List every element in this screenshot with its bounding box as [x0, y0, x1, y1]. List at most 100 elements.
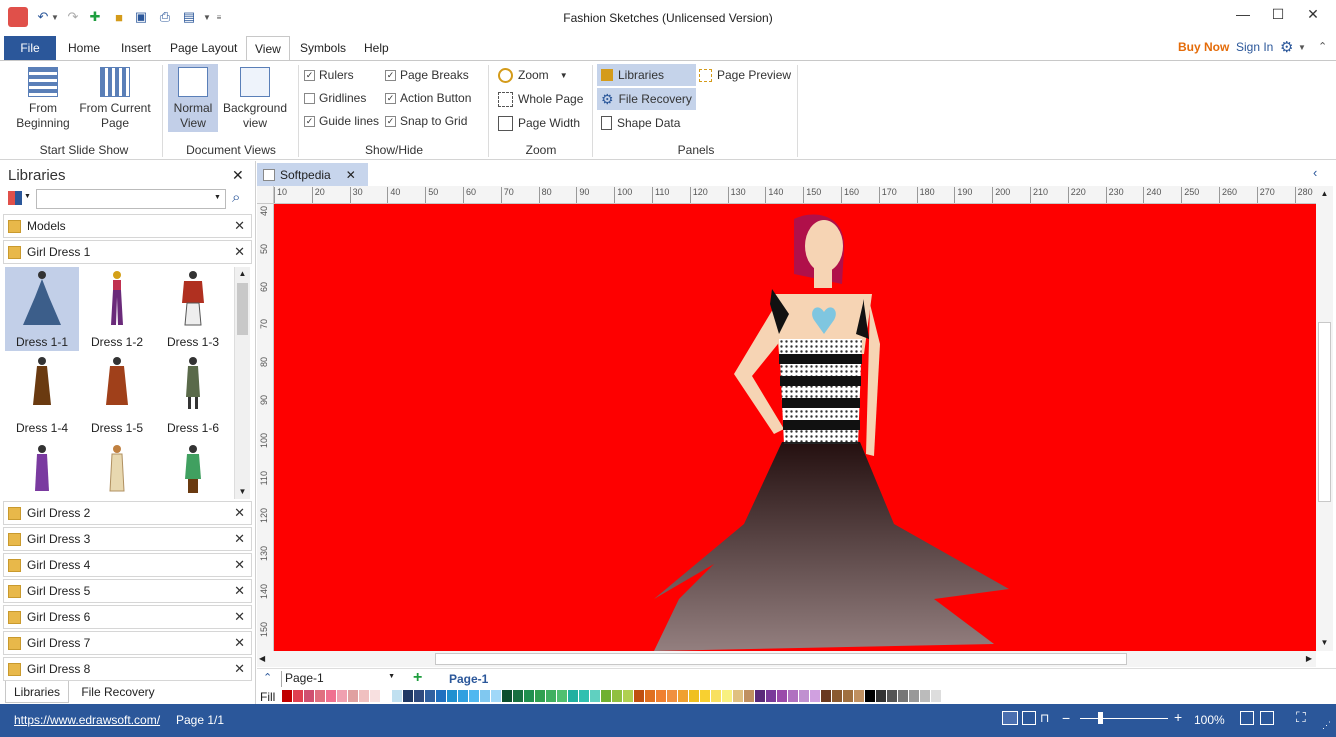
color-swatch[interactable]: [579, 690, 589, 702]
close-icon[interactable]: ✕: [234, 218, 245, 234]
tab-page-layout[interactable]: Page Layout: [162, 36, 245, 60]
close-icon[interactable]: ✕: [234, 505, 245, 521]
presentation-icon[interactable]: ⊓: [1040, 711, 1049, 725]
color-swatch[interactable]: [535, 690, 545, 702]
tab-file[interactable]: File: [4, 36, 56, 60]
close-icon[interactable]: ✕: [234, 583, 245, 599]
file-recovery-panel-button[interactable]: ⚙ File Recovery: [597, 88, 696, 110]
color-swatch[interactable]: [502, 690, 512, 702]
color-swatch[interactable]: [337, 690, 347, 702]
action-button-checkbox[interactable]: ✓ Action Button: [385, 89, 471, 107]
website-link[interactable]: https://www.edrawsoft.com/: [14, 713, 160, 727]
scroll-down-icon[interactable]: ▼: [235, 485, 250, 499]
color-swatch[interactable]: [645, 690, 655, 702]
page-tab-1[interactable]: Page-1: [449, 672, 488, 686]
library-girl-dress-4[interactable]: Girl Dress 4 ✕: [3, 553, 252, 577]
color-swatch[interactable]: [788, 690, 798, 702]
library-menu-icon[interactable]: [8, 191, 22, 205]
zoom-out-icon[interactable]: −: [1062, 710, 1070, 726]
color-swatch[interactable]: [700, 690, 710, 702]
library-girl-dress-6[interactable]: Girl Dress 6 ✕: [3, 605, 252, 629]
color-swatch[interactable]: [370, 690, 380, 702]
guide-lines-checkbox[interactable]: ✓ Guide lines: [304, 112, 379, 130]
color-swatch[interactable]: [887, 690, 897, 702]
color-swatch[interactable]: [722, 690, 732, 702]
color-swatch[interactable]: [799, 690, 809, 702]
canvas-horizontal-scrollbar[interactable]: ◀ ▶: [257, 651, 1316, 667]
color-swatch[interactable]: [348, 690, 358, 702]
normal-view-status-icon[interactable]: [1002, 711, 1018, 725]
color-swatch[interactable]: [546, 690, 556, 702]
scroll-right-icon[interactable]: ▶: [1306, 651, 1312, 667]
color-swatch[interactable]: [678, 690, 688, 702]
color-swatch[interactable]: [568, 690, 578, 702]
ribbon-collapse-icon[interactable]: ⌃: [1318, 40, 1327, 53]
scroll-thumb[interactable]: [435, 653, 1127, 665]
color-swatch[interactable]: [381, 690, 391, 702]
scroll-up-icon[interactable]: ▲: [1316, 186, 1333, 202]
close-icon[interactable]: ✕: [234, 531, 245, 547]
color-swatch[interactable]: [744, 690, 754, 702]
rulers-checkbox[interactable]: ✓ Rulers: [304, 66, 379, 84]
library-menu-dropdown-icon[interactable]: ▼: [24, 193, 31, 200]
settings-dropdown-icon[interactable]: ▼: [1298, 43, 1306, 52]
color-swatch[interactable]: [766, 690, 776, 702]
color-swatch[interactable]: [326, 690, 336, 702]
color-swatch[interactable]: [821, 690, 831, 702]
library-girl-dress-2[interactable]: Girl Dress 2 ✕: [3, 501, 252, 525]
close-icon[interactable]: ✕: [234, 609, 245, 625]
color-swatch[interactable]: [931, 690, 941, 702]
close-icon[interactable]: ✕: [234, 661, 245, 677]
multipage-view-icon[interactable]: [1022, 711, 1036, 725]
color-swatch[interactable]: [689, 690, 699, 702]
color-swatch[interactable]: [777, 690, 787, 702]
color-swatch[interactable]: [810, 690, 820, 702]
library-girl-dress-3[interactable]: Girl Dress 3 ✕: [3, 527, 252, 551]
tab-symbols[interactable]: Symbols: [292, 36, 354, 60]
scroll-thumb[interactable]: [1318, 322, 1331, 502]
color-swatch[interactable]: [436, 690, 446, 702]
color-swatch[interactable]: [425, 690, 435, 702]
drawing-canvas[interactable]: [274, 204, 1316, 651]
shape-thumbnail[interactable]: Dress 1-4: [5, 353, 79, 437]
from-current-page-button[interactable]: From Current Page: [78, 67, 152, 131]
color-swatch[interactable]: [711, 690, 721, 702]
sign-in-link[interactable]: Sign In: [1236, 40, 1273, 54]
color-swatch[interactable]: [865, 690, 875, 702]
shape-thumbnail[interactable]: [80, 441, 154, 499]
library-girl-dress-5[interactable]: Girl Dress 5 ✕: [3, 579, 252, 603]
settings-icon[interactable]: ⚙: [1280, 38, 1293, 56]
shape-thumbnail[interactable]: Dress 1-1: [5, 267, 79, 351]
color-swatch[interactable]: [909, 690, 919, 702]
color-swatch[interactable]: [524, 690, 534, 702]
close-button[interactable]: ✕: [1298, 6, 1328, 26]
collapse-right-panel-icon[interactable]: ‹: [1313, 165, 1317, 180]
tab-view[interactable]: View: [246, 36, 290, 61]
fullscreen-icon[interactable]: ⛶: [1296, 709, 1306, 726]
normal-view-button[interactable]: Normal View: [168, 64, 218, 132]
color-swatch[interactable]: [392, 690, 402, 702]
color-swatch[interactable]: [359, 690, 369, 702]
close-libraries-icon[interactable]: ✕: [232, 167, 244, 184]
color-swatch[interactable]: [755, 690, 765, 702]
color-swatch[interactable]: [491, 690, 501, 702]
fashion-figure[interactable]: [274, 204, 1316, 651]
shape-thumbnail[interactable]: Dress 1-6: [156, 353, 230, 437]
zoom-slider-thumb[interactable]: [1098, 712, 1103, 724]
fit-page-icon[interactable]: [1240, 711, 1254, 725]
page-breaks-checkbox[interactable]: ✓ Page Breaks: [385, 66, 471, 84]
color-swatch[interactable]: [667, 690, 677, 702]
library-girl-dress-7[interactable]: Girl Dress 7 ✕: [3, 631, 252, 655]
shape-thumbnail[interactable]: Dress 1-5: [80, 353, 154, 437]
scroll-thumb[interactable]: [237, 283, 248, 335]
color-swatch[interactable]: [469, 690, 479, 702]
close-icon[interactable]: ✕: [234, 557, 245, 573]
color-swatch[interactable]: [293, 690, 303, 702]
color-swatch[interactable]: [590, 690, 600, 702]
color-swatch[interactable]: [403, 690, 413, 702]
color-swatch[interactable]: [612, 690, 622, 702]
page-select[interactable]: Page-1 ▼: [281, 671, 399, 687]
color-swatch[interactable]: [920, 690, 930, 702]
shape-data-panel-button[interactable]: Shape Data: [597, 112, 696, 134]
page-width-button[interactable]: Page Width: [494, 112, 587, 134]
